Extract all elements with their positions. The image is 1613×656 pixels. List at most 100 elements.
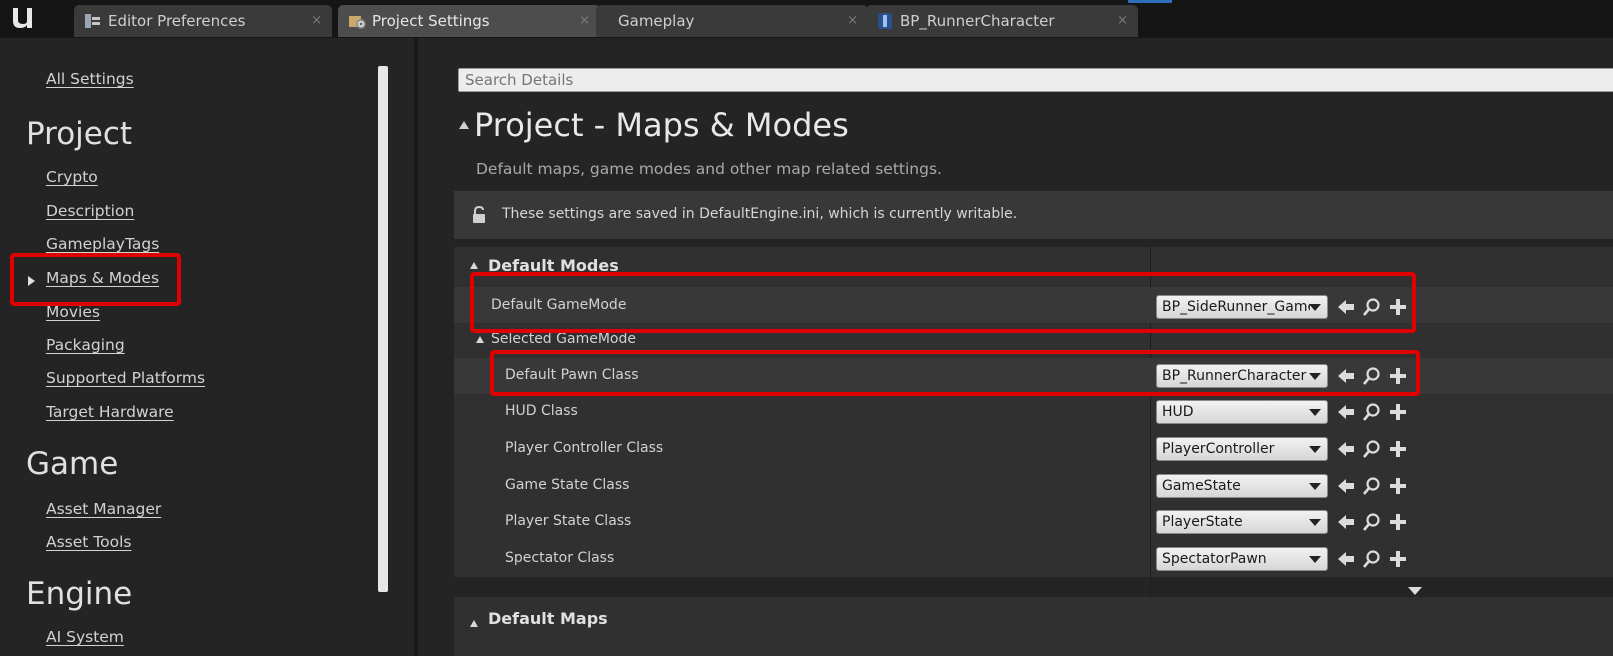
add-plus-icon[interactable] — [1388, 402, 1408, 422]
chevron-down-icon — [1309, 483, 1321, 490]
details-panel: Project - Maps & Modes Default maps, gam… — [418, 38, 1613, 656]
browse-magnifier-icon[interactable] — [1362, 366, 1382, 386]
sidebar-item-target-hardware[interactable]: Target Hardware — [46, 403, 174, 421]
dropdown-value: BP_RunnerCharacter — [1162, 368, 1307, 384]
browse-magnifier-icon[interactable] — [1362, 476, 1382, 496]
use-selected-arrow-icon[interactable] — [1336, 297, 1356, 317]
category-header-default-maps[interactable]: Default Maps — [488, 609, 608, 628]
default-gamemode-dropdown[interactable]: BP_SideRunner_GameMode — [1156, 295, 1328, 319]
sidebar-heading-project: Project — [26, 116, 133, 152]
tab-label: Gameplay — [618, 12, 695, 30]
close-icon[interactable]: × — [311, 5, 322, 37]
tab-gameplay[interactable]: Gameplay × — [596, 5, 868, 37]
unreal-engine-logo[interactable] — [8, 4, 36, 32]
default-pawn-class-dropdown[interactable]: BP_RunnerCharacter — [1156, 364, 1328, 388]
tab-label: BP_RunnerCharacter — [900, 12, 1055, 30]
project-settings-icon — [349, 16, 366, 29]
use-selected-arrow-icon[interactable] — [1336, 476, 1356, 496]
property-label-default-pawn-class: Default Pawn Class — [505, 367, 639, 383]
add-plus-icon[interactable] — [1388, 297, 1408, 317]
tab-label: Editor Preferences — [108, 12, 246, 30]
browse-magnifier-icon[interactable] — [1362, 549, 1382, 569]
collapse-triangle-icon[interactable] — [459, 121, 469, 129]
collapse-triangle-icon[interactable] — [476, 336, 484, 343]
player-controller-class-dropdown[interactable]: PlayerController — [1156, 437, 1328, 461]
settings-sidebar: All Settings Project Crypto Description … — [0, 38, 418, 656]
chevron-down-icon — [1309, 373, 1321, 380]
search-details-input[interactable] — [458, 68, 1613, 92]
chevron-down-icon — [1309, 446, 1321, 453]
add-plus-icon[interactable] — [1388, 512, 1408, 532]
spectator-class-dropdown[interactable]: SpectatorPawn — [1156, 547, 1328, 571]
browse-magnifier-icon[interactable] — [1362, 439, 1382, 459]
sidebar-item-supported-platforms[interactable]: Supported Platforms — [46, 369, 205, 387]
blueprint-icon — [878, 13, 892, 29]
page-subtitle: Default maps, game modes and other map r… — [476, 160, 942, 178]
dropdown-value: SpectatorPawn — [1162, 551, 1267, 567]
chevron-down-icon — [1309, 556, 1321, 563]
expand-advanced-arrow-icon[interactable] — [1408, 587, 1422, 595]
use-selected-arrow-icon[interactable] — [1336, 366, 1356, 386]
browse-magnifier-icon[interactable] — [1362, 297, 1382, 317]
editor-tab-bar: Editor Preferences × Project Settings × … — [0, 0, 1613, 38]
chevron-down-icon — [1309, 409, 1321, 416]
tab-project-settings[interactable]: Project Settings × — [338, 5, 600, 37]
sidebar-heading-game: Game — [26, 446, 119, 482]
property-label-spectator-class: Spectator Class — [505, 550, 615, 566]
preferences-icon — [85, 14, 100, 28]
browse-magnifier-icon[interactable] — [1362, 402, 1382, 422]
selected-arrow-icon — [28, 276, 35, 286]
sidebar-item-all-settings[interactable]: All Settings — [46, 70, 134, 88]
game-state-class-dropdown[interactable]: GameState — [1156, 474, 1328, 498]
default-maps-category: Default Maps — [454, 597, 1613, 656]
category-header-default-modes[interactable]: Default Modes — [488, 256, 619, 275]
sidebar-item-crypto[interactable]: Crypto — [46, 168, 98, 186]
use-selected-arrow-icon[interactable] — [1336, 402, 1356, 422]
use-selected-arrow-icon[interactable] — [1336, 512, 1356, 532]
chevron-down-icon — [1309, 519, 1321, 526]
sidebar-heading-engine: Engine — [26, 576, 133, 612]
sidebar-scrollbar-thumb[interactable] — [378, 66, 388, 592]
sidebar-item-packaging[interactable]: Packaging — [46, 336, 125, 354]
player-state-class-dropdown[interactable]: PlayerState — [1156, 510, 1328, 534]
property-label-default-gamemode: Default GameMode — [491, 297, 627, 313]
chevron-down-icon — [1309, 304, 1321, 311]
sidebar-item-asset-manager[interactable]: Asset Manager — [46, 500, 161, 518]
collapse-triangle-icon[interactable] — [470, 262, 478, 269]
default-modes-category: Default Modes Default GameMode BP_SideRu… — [454, 247, 1613, 656]
dropdown-value: BP_SideRunner_GameMode — [1162, 299, 1310, 315]
tab-bp-runner-character[interactable]: BP_RunnerCharacter × — [866, 5, 1138, 37]
property-label-player-controller-class: Player Controller Class — [505, 440, 664, 456]
sidebar-item-ai-system[interactable]: AI System — [46, 628, 124, 646]
add-plus-icon[interactable] — [1388, 476, 1408, 496]
dropdown-value: GameState — [1162, 478, 1241, 494]
sidebar-item-gameplay-tags[interactable]: GameplayTags — [46, 235, 159, 253]
config-notice-text: These settings are saved in DefaultEngin… — [502, 206, 1018, 222]
use-selected-arrow-icon[interactable] — [1336, 439, 1356, 459]
browse-magnifier-icon[interactable] — [1362, 512, 1382, 532]
dropdown-value: PlayerState — [1162, 514, 1243, 530]
add-plus-icon[interactable] — [1388, 366, 1408, 386]
sidebar-item-description[interactable]: Description — [46, 202, 134, 220]
close-icon[interactable]: × — [847, 5, 858, 37]
collapse-triangle-icon[interactable] — [470, 620, 478, 627]
property-label-player-state-class: Player State Class — [505, 513, 632, 529]
sidebar-item-maps-and-modes[interactable]: Maps & Modes — [46, 269, 159, 287]
hud-class-dropdown[interactable]: HUD — [1156, 400, 1328, 424]
close-icon[interactable]: × — [579, 5, 590, 37]
sidebar-item-movies[interactable]: Movies — [46, 303, 100, 321]
subcategory-header-selected-gamemode[interactable]: Selected GameMode — [491, 331, 636, 347]
tab-label: Project Settings — [372, 12, 490, 30]
config-notice-bar: These settings are saved in DefaultEngin… — [454, 191, 1613, 239]
dropdown-value: PlayerController — [1162, 441, 1275, 457]
property-row-default-gamemode — [454, 287, 1613, 323]
sidebar-item-asset-tools[interactable]: Asset Tools — [46, 533, 131, 551]
add-plus-icon[interactable] — [1388, 439, 1408, 459]
property-label-hud-class: HUD Class — [505, 403, 578, 419]
tab-editor-preferences[interactable]: Editor Preferences × — [74, 5, 332, 37]
use-selected-arrow-icon[interactable] — [1336, 549, 1356, 569]
add-plus-icon[interactable] — [1388, 549, 1408, 569]
property-label-game-state-class: Game State Class — [505, 477, 630, 493]
tab-accent-bar — [1128, 0, 1172, 3]
close-icon[interactable]: × — [1117, 5, 1128, 37]
